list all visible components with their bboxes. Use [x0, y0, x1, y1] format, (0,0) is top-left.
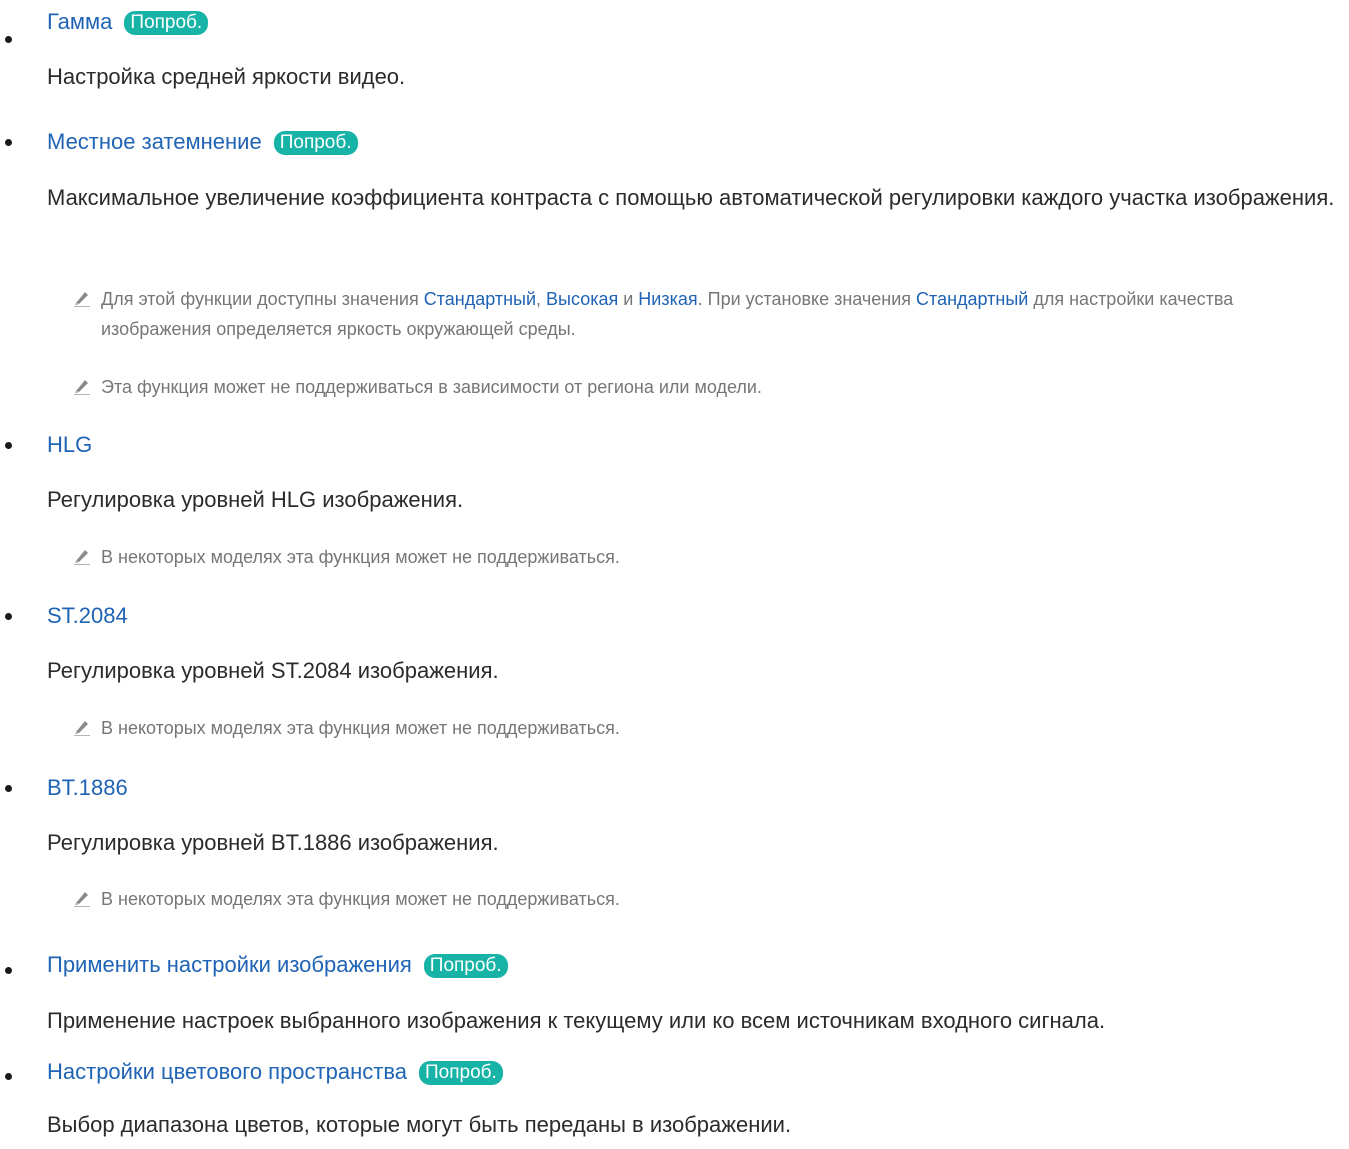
item-title-text[interactable]: Применить настройки изображения [47, 952, 412, 977]
note-text: и [618, 289, 639, 309]
bullet [5, 1073, 12, 1080]
bullet [5, 442, 12, 449]
item-title-text[interactable]: Гамма [47, 9, 112, 34]
note: В некоторых моделях эта функция может не… [74, 713, 1346, 743]
bullet [5, 36, 12, 43]
bullet [5, 139, 12, 146]
try-now-badge[interactable]: Попроб. [124, 11, 209, 35]
note-text: В некоторых моделях эта функция может не… [101, 718, 620, 738]
note: Для этой функции доступны значения Станд… [74, 284, 1346, 344]
item-description: Регулировка уровней HLG изображения. [47, 487, 464, 512]
note: В некоторых моделях эта функция может не… [74, 884, 1346, 914]
item-title[interactable]: Применить настройки изображения Попроб. [47, 951, 508, 979]
note-text: В некоторых моделях эта функция может не… [101, 547, 620, 567]
option-high: Высокая [546, 289, 619, 309]
pencil-note-icon [74, 721, 90, 736]
try-now-badge[interactable]: Попроб. [273, 131, 358, 155]
document-page: Гамма Попроб. Настройка средней яркости в… [0, 0, 1349, 1149]
try-now-badge[interactable]: Попроб. [419, 1061, 503, 1085]
item-description: Применение настроек выбранного изображен… [47, 1008, 1106, 1033]
item-description: Регулировка уровней BT.1886 изображения. [47, 830, 499, 855]
note-text: Для этой функции доступны значения [101, 289, 424, 309]
pencil-note-icon [74, 550, 90, 565]
item-description: Максимальное увеличение коэффициента кон… [47, 185, 1335, 210]
item-title[interactable]: HLG [47, 431, 92, 459]
note-text: В некоторых моделях эта функция может не… [101, 889, 620, 909]
note-text: . При установке значения [697, 289, 917, 309]
try-now-badge[interactable]: Попроб. [423, 954, 508, 978]
item-description: Выбор диапазона цветов, которые могут бы… [47, 1112, 792, 1137]
item-title[interactable]: Местное затемнение Попроб. [47, 128, 358, 156]
option-low: Низкая [638, 289, 698, 309]
item-description: Настройка средней яркости видео. [47, 64, 406, 89]
item-title-text[interactable]: ST.2084 [47, 603, 128, 628]
item-title[interactable]: Настройки цветового пространства Попроб. [47, 1058, 503, 1086]
bullet [5, 785, 12, 792]
pencil-note-icon [74, 380, 90, 395]
note: Эта функция может не поддерживаться в за… [74, 372, 1346, 402]
item-title-text[interactable]: Настройки цветового пространства [47, 1059, 407, 1084]
note-text: , [536, 289, 547, 309]
item-title[interactable]: BT.1886 [47, 774, 128, 802]
item-title[interactable]: ST.2084 [47, 602, 128, 630]
pencil-note-icon [74, 892, 90, 907]
item-description: Регулировка уровней ST.2084 изображения. [47, 658, 499, 683]
option-standard: Стандартный [423, 289, 537, 309]
bullet [5, 967, 12, 974]
option-standard: Стандартный [916, 289, 1029, 309]
note: В некоторых моделях эта функция может не… [74, 542, 1346, 572]
item-title[interactable]: Гамма Попроб. [47, 8, 209, 36]
note-text: Эта функция может не поддерживаться в за… [101, 377, 762, 397]
item-title-text[interactable]: Местное затемнение [47, 129, 262, 154]
item-title-text[interactable]: BT.1886 [47, 775, 128, 800]
item-title-text[interactable]: HLG [47, 432, 92, 457]
pencil-note-icon [74, 292, 90, 307]
bullet [5, 613, 12, 620]
